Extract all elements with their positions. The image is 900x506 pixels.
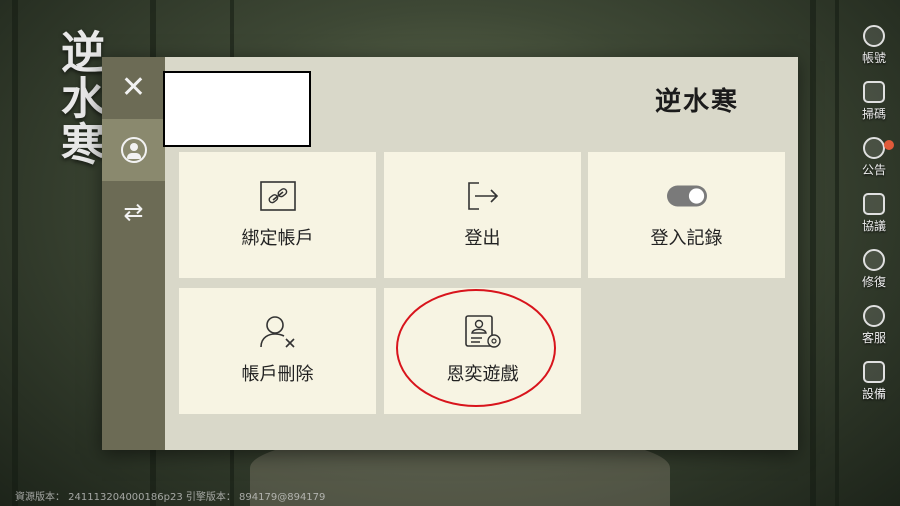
tile-label: 帳戶刪除 [241, 364, 314, 385]
toggle-icon [666, 178, 707, 214]
side-item-scan[interactable]: 掃碼 [848, 66, 900, 122]
side-item-repair[interactable]: 修復 [848, 234, 900, 290]
tab-switch-account[interactable]: ⇄ [102, 181, 165, 243]
switch-account-icon: ⇄ [123, 198, 144, 226]
side-item-account[interactable]: 帳號 [848, 10, 900, 66]
logout-icon [463, 178, 503, 214]
username-redacted-box [163, 71, 311, 147]
bamboo-stalk [810, 0, 816, 506]
delete-user-icon [258, 314, 298, 350]
tile-label: 綁定帳戶 [241, 228, 314, 249]
bamboo-stalk [835, 0, 839, 506]
panel-logo: 逆水寒 [654, 87, 739, 117]
side-label: 設備 [861, 387, 886, 401]
enyi-games-button[interactable]: 恩奕遊戲 [384, 288, 581, 414]
announcement-icon [863, 137, 885, 159]
version-footer: 資源版本： 241113204000186p23 引擎版本： 894179@89… [15, 492, 326, 503]
link-icon [258, 178, 298, 214]
user-icon [120, 137, 147, 163]
side-label: 修復 [861, 275, 886, 289]
bamboo-stalk [12, 0, 18, 506]
logout-button[interactable]: 登出 [384, 152, 581, 278]
tile-label: 登出 [464, 228, 501, 249]
close-button[interactable]: ✕ [102, 57, 165, 119]
profile-settings-icon [463, 314, 503, 350]
tab-account[interactable] [102, 119, 165, 181]
side-menu: 帳號 掃碼 公告 協議 修復 客服 設備 [848, 10, 900, 402]
notification-dot [884, 140, 894, 150]
delete-account-button[interactable]: 帳戶刪除 [179, 288, 376, 414]
account-icon [863, 25, 885, 47]
repair-icon [863, 249, 885, 271]
scan-icon [863, 81, 885, 103]
side-label: 客服 [861, 331, 886, 345]
close-icon: ✕ [120, 70, 147, 105]
side-label: 帳號 [861, 51, 886, 65]
side-item-agreement[interactable]: 協議 [848, 178, 900, 234]
tile-label: 登入記錄 [650, 228, 723, 249]
panel-rail: ✕ ⇄ [102, 57, 165, 450]
side-item-support[interactable]: 客服 [848, 290, 900, 346]
side-item-announcement[interactable]: 公告 [848, 122, 900, 178]
side-label: 掃碼 [861, 107, 886, 121]
side-label: 協議 [861, 219, 886, 233]
bind-account-button[interactable]: 綁定帳戶 [179, 152, 376, 278]
support-icon [863, 305, 885, 327]
game-logo: 逆水寒 [53, 29, 104, 167]
agreement-icon [863, 193, 885, 215]
device-icon [863, 361, 885, 383]
side-label: 公告 [861, 163, 886, 177]
tile-label: 恩奕遊戲 [446, 364, 519, 385]
side-item-device[interactable]: 設備 [848, 346, 900, 402]
login-history-button[interactable]: 登入記錄 [588, 152, 785, 278]
